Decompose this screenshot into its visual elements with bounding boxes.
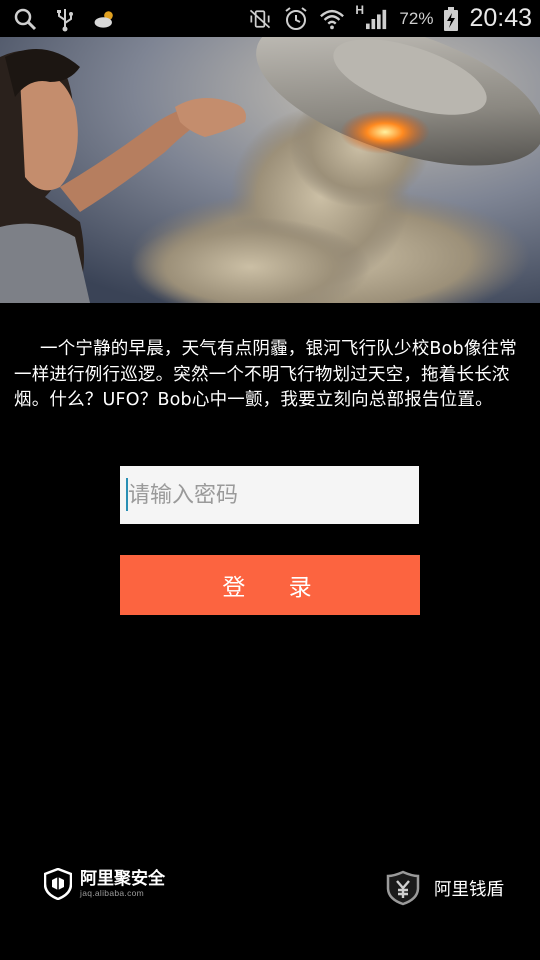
ufo-illustration xyxy=(0,37,540,303)
qiandun-shield-icon xyxy=(386,870,420,906)
shield-logo-icon xyxy=(44,868,72,900)
status-bar-left xyxy=(12,6,118,32)
footer-right-brand: 阿里钱盾 xyxy=(434,879,504,900)
password-input[interactable] xyxy=(120,466,419,524)
usb-icon xyxy=(57,9,73,32)
footer-left-text: 阿里聚安全 jaq.alibaba.com xyxy=(80,870,165,898)
status-bar-right: H 72% 20:43 xyxy=(247,2,532,33)
battery-charging-icon xyxy=(444,6,459,31)
search-icon xyxy=(14,8,37,31)
clock: 20:43 xyxy=(469,4,532,32)
hero-image xyxy=(0,37,540,303)
footer-left-logo: 阿里聚安全 jaq.alibaba.com xyxy=(44,868,165,900)
wifi-icon xyxy=(320,9,345,29)
vibrate-mute-icon xyxy=(250,9,271,28)
footer-left-brand: 阿里聚安全 xyxy=(80,869,165,889)
text-cursor xyxy=(126,478,128,511)
battery-percent: 72% xyxy=(399,8,434,28)
footer-left-url: jaq.alibaba.com xyxy=(80,888,145,898)
login-button[interactable]: 登 录 xyxy=(120,555,420,615)
signal-h-icon: H xyxy=(355,2,389,33)
status-bar: H 72% 20:43 xyxy=(0,0,540,37)
story-text: 一个宁静的早晨，天气有点阴霾，银河飞行队少校Bob像往常一样进行例行巡逻。突然一… xyxy=(14,339,517,410)
weather-partly-cloudy-icon xyxy=(94,11,113,28)
alarm-icon xyxy=(285,6,308,30)
footer-right-logo: 阿里钱盾 xyxy=(386,870,504,906)
network-type-label: H xyxy=(355,2,365,17)
